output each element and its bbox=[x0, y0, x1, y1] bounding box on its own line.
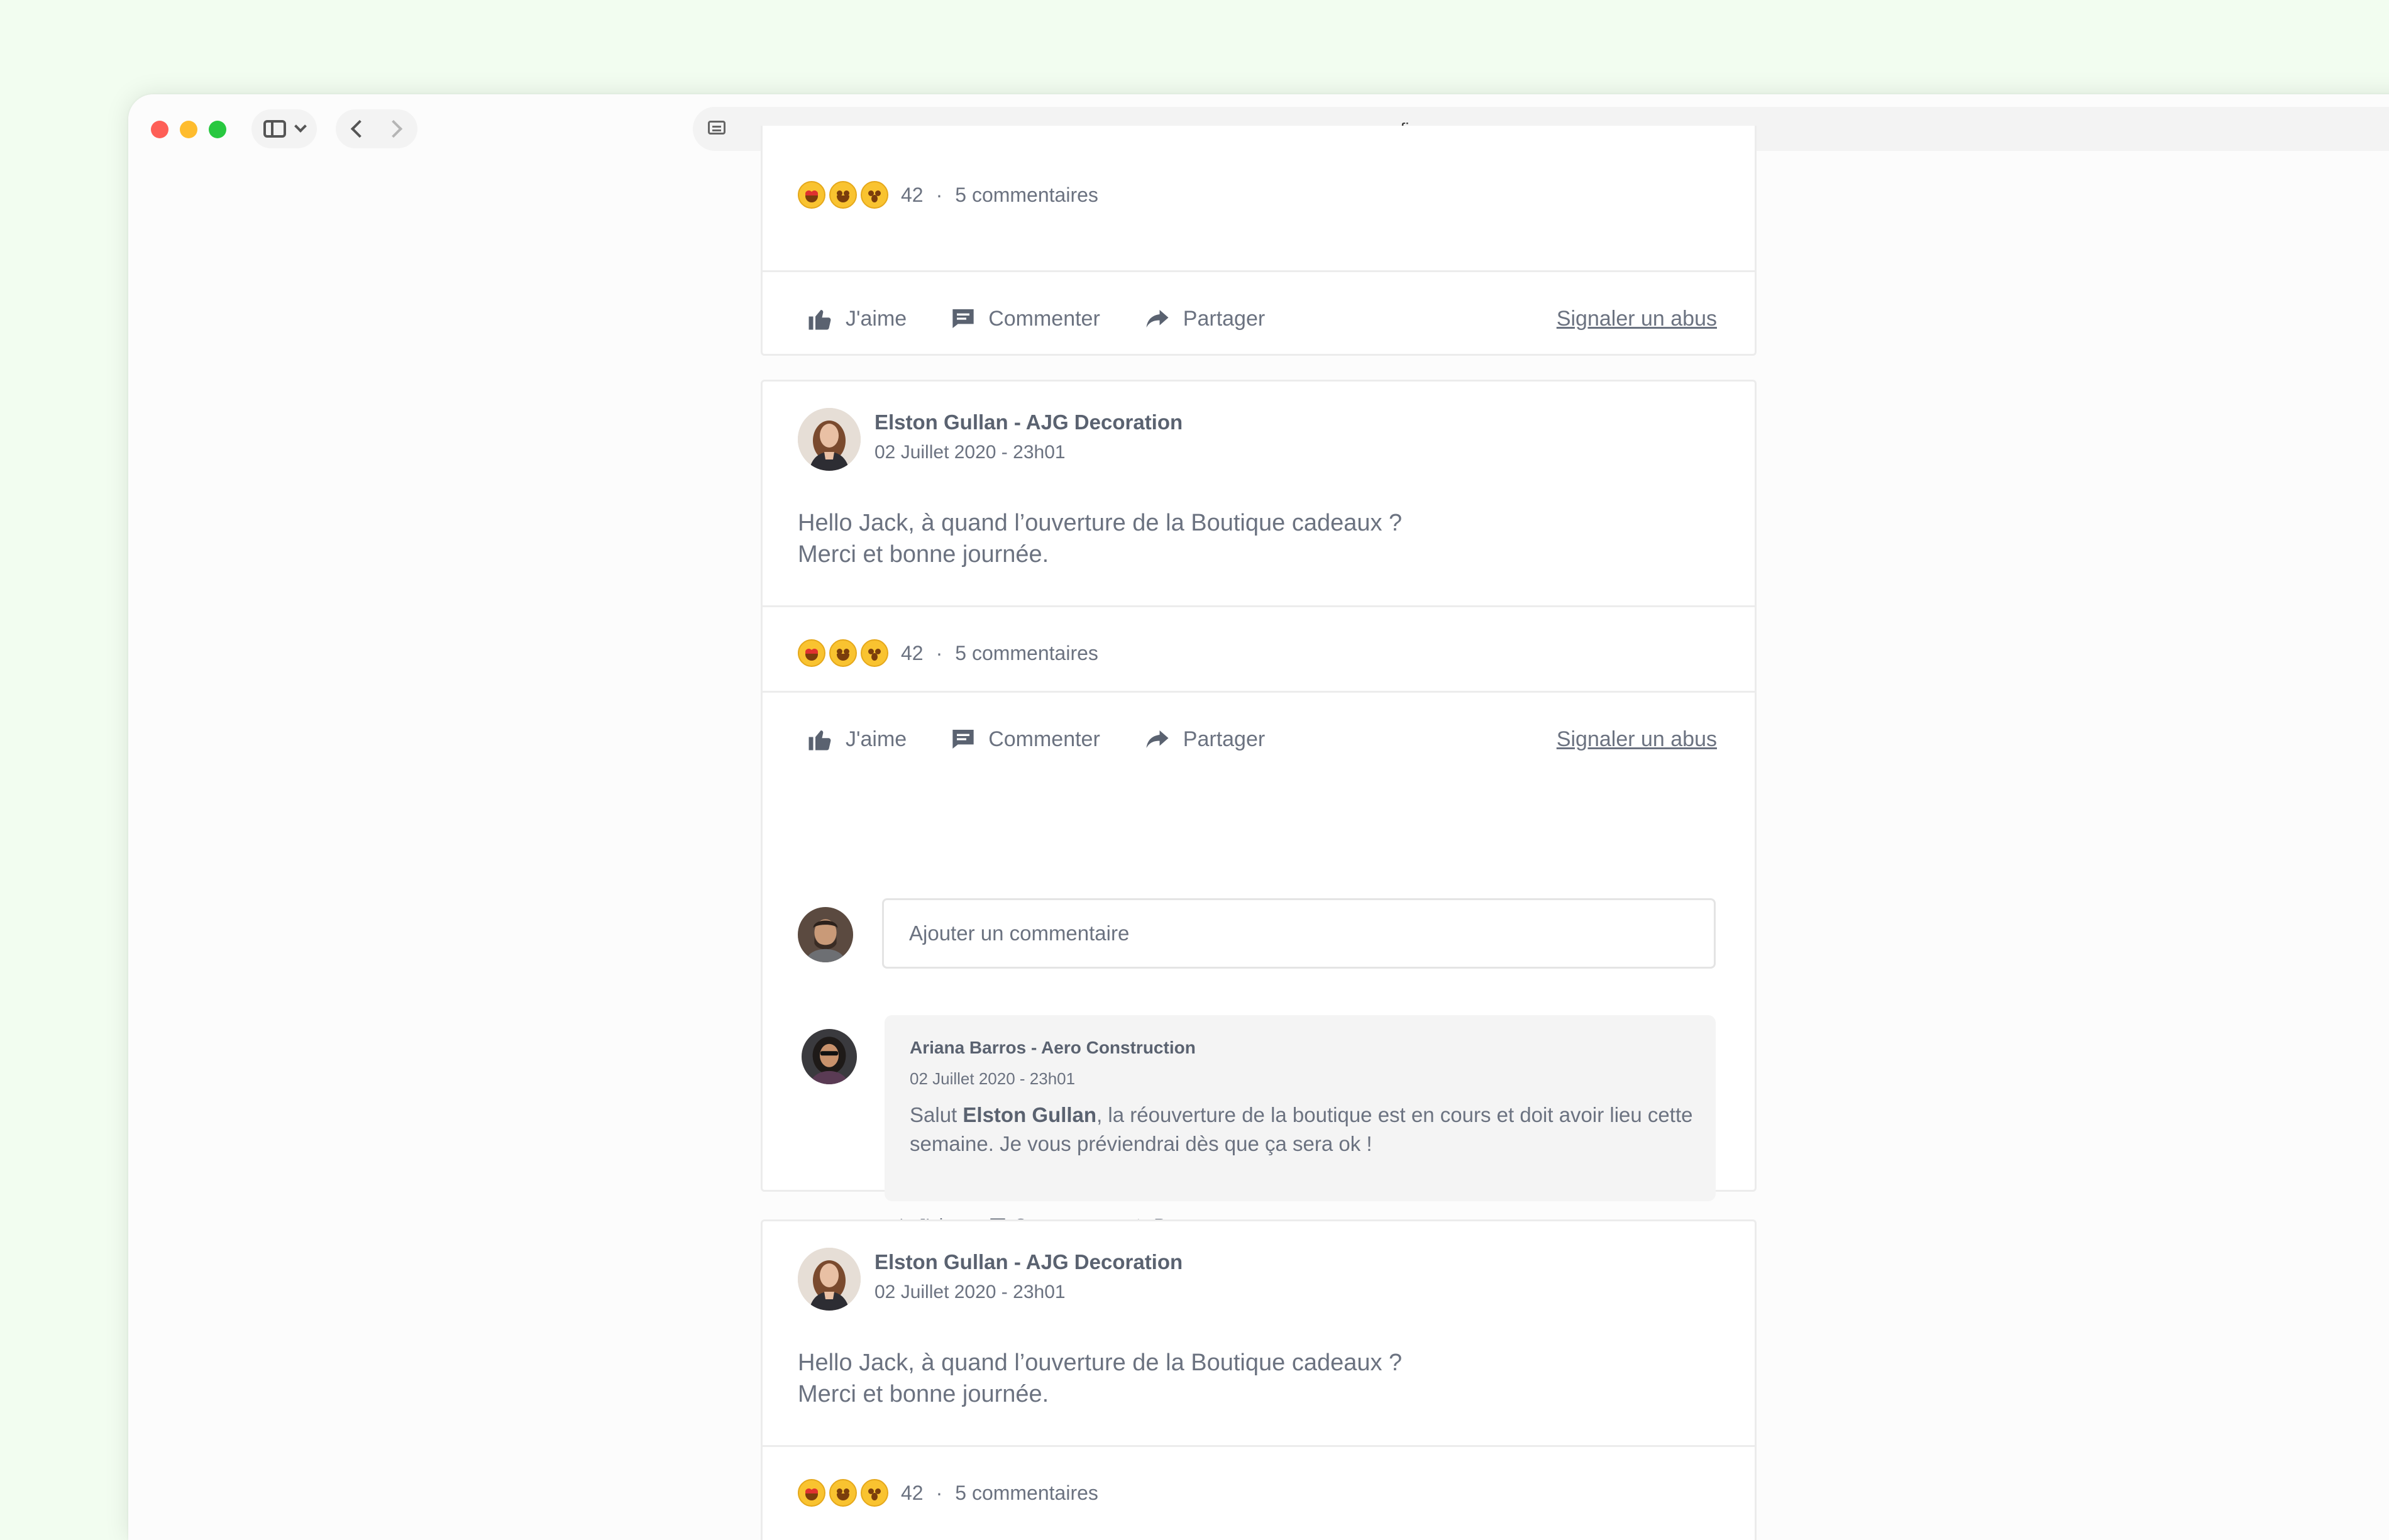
heart-eyes-emoji bbox=[798, 1479, 825, 1507]
comment-icon bbox=[952, 309, 974, 328]
comment-count-link[interactable]: 5 commentaires bbox=[955, 184, 1098, 207]
report-abuse-link[interactable]: Signaler un abus bbox=[1557, 307, 1717, 331]
share-button[interactable]: Partager bbox=[1144, 726, 1265, 752]
heart-eyes-emoji bbox=[798, 181, 825, 209]
surprised-emoji bbox=[861, 1479, 888, 1507]
post-date: 02 Juillet 2020 - 23h01 bbox=[874, 442, 1066, 463]
reaction-summary[interactable]: 42 · 5 commentaires bbox=[798, 1479, 1098, 1507]
reply-author[interactable]: Ariana Barros - Aero Construction bbox=[910, 1038, 1196, 1058]
post-card: Elston Gullan - AJG Decoration 02 Juille… bbox=[761, 1219, 1757, 1540]
add-comment-input[interactable]: Ajouter un commentaire bbox=[882, 898, 1716, 969]
reaction-summary[interactable]: 42 · 5 commentaires bbox=[798, 181, 1098, 209]
surprised-emoji bbox=[861, 639, 888, 667]
navigation-buttons bbox=[336, 109, 417, 148]
close-window-button[interactable] bbox=[151, 121, 168, 138]
post-text: Hello Jack, à quand l’ouverture de la Bo… bbox=[798, 1350, 1403, 1407]
post-actions: J'aime Commenter Partager bbox=[807, 726, 1309, 752]
reaction-summary[interactable]: 42 · 5 commentaires bbox=[798, 639, 1098, 667]
reply-avatar bbox=[802, 1029, 857, 1084]
post-author[interactable]: Elston Gullan - AJG Decoration bbox=[874, 410, 1183, 434]
surprised-emoji bbox=[861, 181, 888, 209]
report-abuse-link[interactable]: Signaler un abus bbox=[1557, 727, 1717, 752]
comment-count-link[interactable]: 5 commentaires bbox=[955, 1482, 1098, 1505]
sidebar-icon bbox=[263, 120, 286, 138]
laughing-emoji bbox=[829, 639, 857, 667]
share-button[interactable]: Partager bbox=[1144, 305, 1265, 332]
current-user-avatar bbox=[798, 907, 853, 962]
laughing-emoji bbox=[829, 1479, 857, 1507]
laughing-emoji bbox=[829, 181, 857, 209]
minimize-window-button[interactable] bbox=[180, 121, 197, 138]
thumbs-up-icon bbox=[808, 730, 831, 751]
thumbs-up-icon bbox=[808, 310, 831, 330]
reply-bubble: Ariana Barros - Aero Construction 02 Jui… bbox=[885, 1015, 1716, 1201]
share-icon bbox=[1146, 730, 1169, 748]
post-card: Elston Gullan - AJG Decoration 02 Juille… bbox=[761, 380, 1757, 1236]
browser-window: figma.com 42 · 5 commentaires J'aime Com… bbox=[128, 94, 2389, 1540]
avatar bbox=[798, 408, 861, 471]
reply-text: Salut Elston Gullan, la réouverture de l… bbox=[910, 1103, 1693, 1155]
post-actions: J'aime Commenter Partager bbox=[807, 305, 1309, 332]
mention-link[interactable]: Elston Gullan bbox=[963, 1103, 1096, 1126]
post-card: 42 · 5 commentaires J'aime Commenter Par… bbox=[761, 126, 1757, 356]
back-icon[interactable] bbox=[350, 119, 369, 138]
like-button[interactable]: J'aime bbox=[807, 726, 907, 752]
reaction-count: 42 bbox=[901, 641, 924, 664]
post-date: 02 Juillet 2020 - 23h01 bbox=[874, 1282, 1066, 1302]
comment-button[interactable]: Commenter bbox=[951, 306, 1100, 331]
reaction-count: 42 bbox=[901, 1481, 924, 1504]
avatar bbox=[798, 1248, 861, 1311]
forward-icon[interactable] bbox=[384, 119, 403, 138]
comment-icon bbox=[952, 730, 974, 749]
like-button[interactable]: J'aime bbox=[807, 305, 907, 332]
zoom-window-button[interactable] bbox=[209, 121, 226, 138]
post-text: Hello Jack, à quand l’ouverture de la Bo… bbox=[798, 510, 1403, 568]
comment-count-link[interactable]: 5 commentaires bbox=[955, 642, 1098, 665]
post-author[interactable]: Elston Gullan - AJG Decoration bbox=[874, 1250, 1183, 1274]
reply-date: 02 Juillet 2020 - 23h01 bbox=[910, 1069, 1076, 1088]
reaction-count: 42 bbox=[901, 183, 924, 206]
chevron-down-icon bbox=[294, 120, 307, 133]
share-icon bbox=[1146, 310, 1169, 327]
comment-button[interactable]: Commenter bbox=[951, 727, 1100, 752]
heart-eyes-emoji bbox=[798, 639, 825, 667]
sidebar-toggle-button[interactable] bbox=[251, 109, 317, 148]
